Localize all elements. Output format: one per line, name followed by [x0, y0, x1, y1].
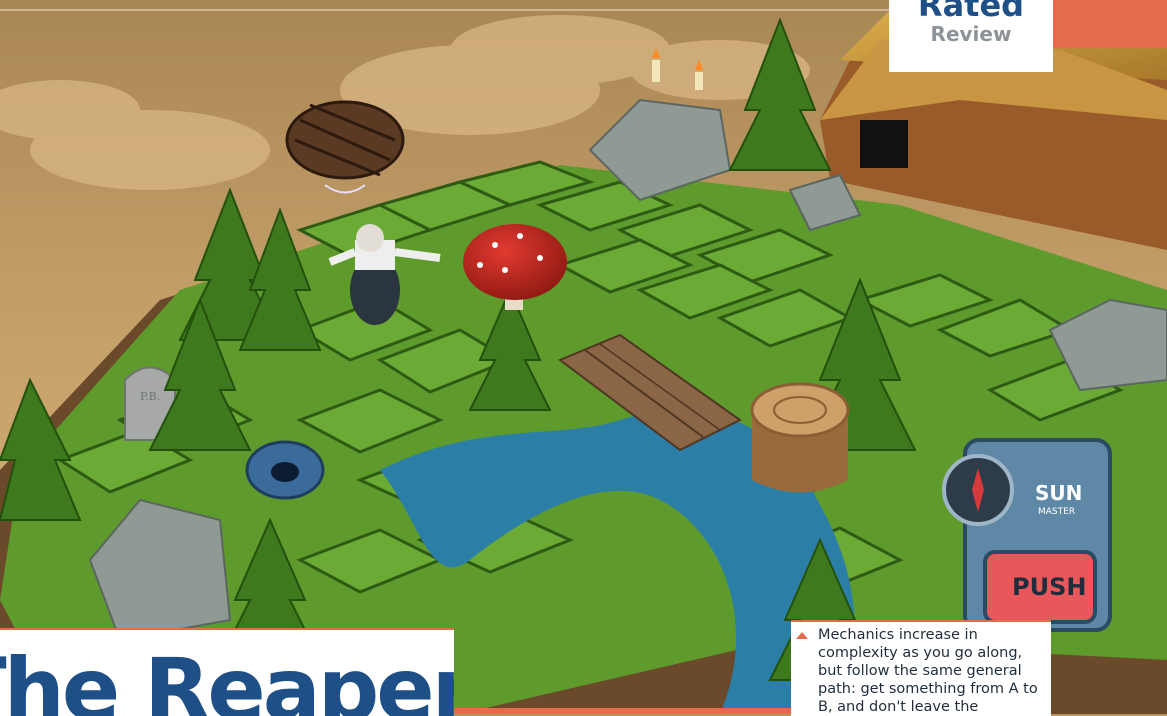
article-title-box: The Reaper	[0, 628, 454, 716]
svg-text:P.B.: P.B.	[140, 390, 160, 403]
badge-line-2: Review	[930, 22, 1012, 46]
push-label: PUSH	[1012, 573, 1086, 601]
brand-subtitle: MASTER	[1038, 507, 1075, 517]
header-accent-strip	[1053, 0, 1167, 48]
badge-line-1: Rated	[917, 0, 1025, 24]
sunmaster-device[interactable]: SUN MASTER PUSH	[942, 438, 1112, 632]
screenshot-caption: Mechanics increase in complexity as you …	[791, 620, 1051, 716]
tree-stump	[750, 382, 850, 493]
brand-name: SUN	[1035, 481, 1082, 505]
bottom-accent-rule	[454, 708, 791, 714]
caret-up-icon	[796, 632, 808, 639]
game-scene: P.B. SUN MASTER PUSH	[0, 0, 1167, 714]
article-title: The Reaper	[0, 640, 454, 716]
rated-review-badge: Rated Review	[889, 0, 1053, 72]
blue-portal	[245, 440, 325, 500]
caption-text: Mechanics increase in complexity as you …	[818, 627, 1038, 715]
